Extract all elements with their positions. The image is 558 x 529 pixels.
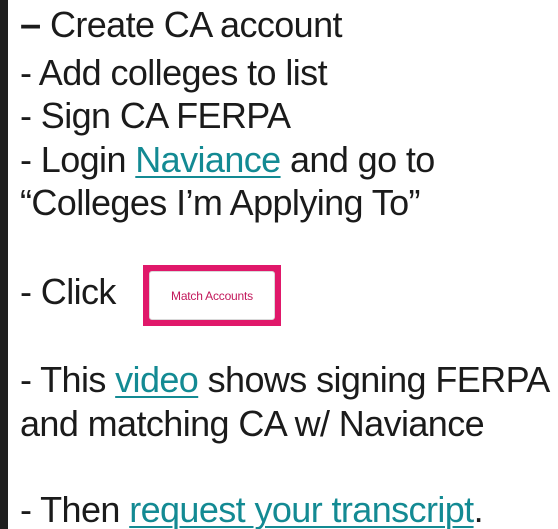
request-transcript-link[interactable]: request your transcript xyxy=(129,489,474,529)
step-add-colleges: - Add colleges to list xyxy=(20,52,328,93)
step-request-transcript: - Then request your transcript. xyxy=(20,489,484,529)
step-transcript-suffix: . xyxy=(473,489,484,529)
step-video-prefix: - This xyxy=(20,359,116,400)
step-login-prefix: - Login xyxy=(20,139,136,180)
video-link[interactable]: video xyxy=(115,359,199,400)
left-edge-bar xyxy=(0,0,8,529)
naviance-link[interactable]: Naviance xyxy=(135,139,281,180)
step-video: - This video shows signing FERPA xyxy=(20,362,550,398)
step-login-naviance: - Login Naviance and go to xyxy=(20,142,435,178)
step-sign-ferpa: - Sign CA FERPA xyxy=(20,95,291,136)
step-dash: – xyxy=(20,4,41,46)
slide: – Create CA account - Add colleges to li… xyxy=(0,0,558,529)
step-transcript-prefix: - Then xyxy=(20,489,130,529)
step-colleges-applying: “Colleges I’m Applying To” xyxy=(20,182,421,223)
step-matching-naviance: and matching CA w/ Naviance xyxy=(20,403,485,444)
match-accounts-button[interactable]: Match Accounts xyxy=(143,265,281,326)
step-create-account: – Create CA account xyxy=(20,4,343,46)
step-video-suffix: shows signing FERPA xyxy=(198,359,551,400)
step-login-suffix: and go to xyxy=(280,139,435,180)
match-accounts-button-label: Match Accounts xyxy=(149,271,275,320)
step-click: - Click xyxy=(20,271,116,312)
step-create-account-text: Create CA account xyxy=(49,4,343,45)
